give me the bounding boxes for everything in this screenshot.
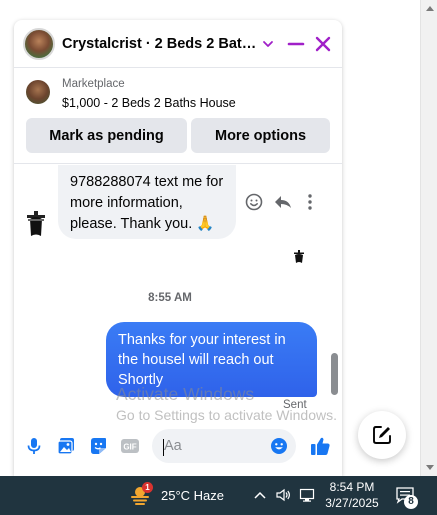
network-icon[interactable] xyxy=(299,487,315,503)
sender-avatar[interactable] xyxy=(24,209,48,239)
listing-thumbnail[interactable] xyxy=(26,80,50,104)
notification-count-badge: 8 xyxy=(404,495,418,509)
message-composer: GIF xyxy=(14,424,342,468)
close-icon[interactable] xyxy=(313,34,333,54)
activate-windows-title: Activate Windows xyxy=(116,384,255,404)
taskbar: 1 25°C Haze 8:54 PM 3/27/2025 8 xyxy=(0,476,437,515)
message-list[interactable]: 9788288074 text me for more information,… xyxy=(14,165,342,415)
chevron-up-icon[interactable] xyxy=(252,487,268,503)
chevron-down-icon[interactable] xyxy=(258,34,278,54)
clock-date[interactable]: 3/27/2025 xyxy=(323,496,381,510)
scroll-up-arrow-icon[interactable] xyxy=(426,6,434,11)
chat-title[interactable]: Crystalcrist · 2 Beds 2 Bath... xyxy=(62,36,260,52)
gif-icon[interactable]: GIF xyxy=(120,436,140,456)
listing-title[interactable]: $1,000 - 2 Beds 2 Baths House xyxy=(62,96,236,110)
scroll-down-arrow-icon[interactable] xyxy=(426,465,434,470)
mark-as-pending-button[interactable]: Mark as pending xyxy=(26,118,187,153)
compose-icon xyxy=(373,426,391,444)
react-emoji-icon[interactable] xyxy=(244,192,264,212)
message-scrollbar-thumb[interactable] xyxy=(331,353,338,395)
weather-badge: 1 xyxy=(142,482,153,493)
chat-header[interactable]: Crystalcrist · 2 Beds 2 Bath... xyxy=(14,20,342,68)
photo-icon[interactable] xyxy=(56,436,76,456)
thumbs-up-icon[interactable] xyxy=(309,435,331,457)
weather-text[interactable]: 25°C Haze xyxy=(161,488,224,503)
more-actions-icon[interactable] xyxy=(300,192,320,212)
reply-icon[interactable] xyxy=(273,192,293,212)
activate-windows-subtitle: Go to Settings to activate Windows. xyxy=(116,407,337,423)
volume-icon[interactable] xyxy=(275,487,291,503)
clock-time[interactable]: 8:54 PM xyxy=(323,480,381,494)
sticker-icon[interactable] xyxy=(88,436,108,456)
incoming-message[interactable]: 9788288074 text me for more information,… xyxy=(58,165,236,239)
page-scrollbar[interactable] xyxy=(420,0,437,476)
seller-avatar[interactable] xyxy=(23,28,55,60)
emoji-icon[interactable] xyxy=(269,436,289,456)
marketplace-listing: Marketplace $1,000 - 2 Beds 2 Baths Hous… xyxy=(14,69,342,164)
more-options-button[interactable]: More options xyxy=(191,118,330,153)
seen-indicator-avatar xyxy=(293,250,305,264)
marketplace-label: Marketplace xyxy=(62,78,125,90)
svg-text:GIF: GIF xyxy=(123,443,136,452)
microphone-icon[interactable] xyxy=(24,436,44,456)
message-timestamp: 8:55 AM xyxy=(148,292,192,304)
minimize-icon[interactable] xyxy=(286,34,306,54)
new-message-button[interactable] xyxy=(358,411,406,459)
text-caret xyxy=(163,439,164,456)
